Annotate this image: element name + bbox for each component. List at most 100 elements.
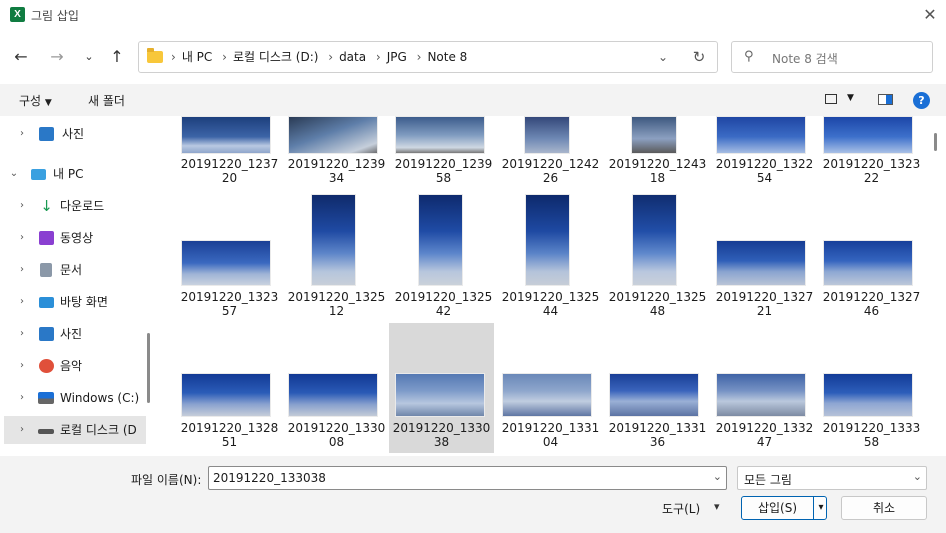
sidebar-item-pc[interactable]: ⌄ 내 PC [0,160,142,188]
file-tile[interactable]: 20191220_123720 [177,116,282,185]
file-name: 20191220_123958 [394,157,493,185]
search-input[interactable]: ⚲ Note 8 검색 [731,41,933,73]
file-tile[interactable]: 20191220_132512 [284,188,389,318]
image-thumbnail [288,116,378,154]
tools-dropdown-icon[interactable]: ▾ [714,500,720,513]
organize-button[interactable]: 구성 ▼ [19,92,52,109]
crumb-jpg[interactable]: JPG [387,50,407,64]
file-tile[interactable]: 20191220_123934 [284,116,389,185]
filename-label: 파일 이름(N): [131,473,202,487]
image-thumbnail [524,116,570,154]
content-scrollbar[interactable] [934,133,937,151]
chevron-right-icon[interactable]: › [16,192,28,220]
file-name: 20191220_133104 [501,421,600,449]
recent-chevron-icon[interactable]: ⌄ [76,44,102,70]
file-tile[interactable]: 20191220_132254 [712,116,817,185]
file-type-select[interactable]: 모든 그림 ⌄ [737,466,927,490]
insert-button-label[interactable]: 삽입(S) [742,497,814,519]
file-tile[interactable]: 20191220_133358 [819,323,924,453]
crumb-pc[interactable]: 내 PC [182,50,212,64]
music-icon [39,359,54,373]
chevron-right-icon[interactable]: › [16,256,28,284]
crumb-note8[interactable]: Note 8 [427,50,467,64]
filename-value: 20191220_133038 [213,471,326,485]
file-tile[interactable]: 20191220_124318 [605,116,710,185]
sidebar-item-downloads[interactable]: › ↓ 다운로드 [0,192,142,220]
chevron-right-icon[interactable]: › [16,288,28,316]
sidebar-item-label: 음악 [60,359,83,373]
sidebar-item-videos[interactable]: › 동영상 [0,224,142,252]
refresh-icon[interactable]: ↻ [689,42,709,72]
file-tile[interactable]: 20191220_123958 [391,116,496,185]
file-tile-selected[interactable]: 20191220_133038 [389,323,494,453]
image-thumbnail [609,373,699,417]
drive-icon [38,429,54,434]
address-bar[interactable]: › 내 PC › 로컬 디스크 (D:) › data › JPG › Note 8 ⌄ … [138,41,718,73]
address-dropdown-icon[interactable]: ⌄ [653,42,673,72]
chevron-right-icon[interactable]: › [16,320,28,348]
file-name: 20191220_132542 [394,290,493,318]
file-tile[interactable]: 20191220_133008 [284,323,389,453]
chevron-right-icon[interactable]: › [16,416,28,444]
file-tile[interactable]: 20191220_133247 [712,323,817,453]
file-tile[interactable]: 20191220_132357 [177,188,282,318]
file-name: 20191220_123720 [180,157,279,185]
file-tile[interactable]: 20191220_133104 [498,323,603,453]
command-bar: 구성 ▼ 새 폴더 ▼ [0,84,946,116]
file-tile[interactable]: 20191220_124226 [498,116,603,185]
sidebar-item-desktop[interactable]: › 바탕 화면 [0,288,142,316]
view-dropdown-icon[interactable]: ▼ [847,93,854,103]
file-tile[interactable]: 20191220_133136 [605,323,710,453]
chevron-down-icon[interactable]: ⌄ [913,470,922,483]
sidebar-item-local-disk-d[interactable]: › 로컬 디스크 (D [4,416,146,444]
file-name: 20191220_133038 [392,421,491,449]
image-thumbnail [716,240,806,286]
help-icon[interactable]: ? [913,92,930,109]
back-arrow-icon[interactable]: ← [8,44,34,70]
file-tile[interactable]: 20191220_132544 [498,188,603,318]
tools-button[interactable]: 도구(L) [662,500,700,517]
up-arrow-icon[interactable]: ↑ [104,44,130,70]
sidebar-item-pictures-top[interactable]: › 사진 [0,120,142,148]
chevron-right-icon[interactable]: › [16,352,28,380]
sidebar-item-documents[interactable]: › 문서 [0,256,142,284]
file-tile[interactable]: 20191220_132548 [605,188,710,318]
sidebar-item-windows-c[interactable]: › Windows (C:) [0,384,142,412]
file-tile[interactable]: 20191220_132322 [819,116,924,185]
file-tile[interactable]: 20191220_132542 [391,188,496,318]
desktop-icon [39,297,54,308]
pc-icon [31,169,46,180]
close-icon[interactable]: ✕ [916,3,944,27]
sidebar-item-music[interactable]: › 음악 [0,352,142,380]
crumb-data[interactable]: data [339,50,366,64]
image-thumbnail [288,373,378,417]
file-name: 20191220_132548 [608,290,707,318]
organize-label: 구성 [19,94,42,108]
chevron-right-icon[interactable]: › [16,120,28,148]
insert-dropdown-icon[interactable]: ▾ [815,497,827,519]
chevron-down-icon[interactable]: ⌄ [713,470,722,483]
sidebar-scrollbar[interactable] [147,333,150,403]
file-name: 20191220_132851 [180,421,279,449]
preview-pane-icon[interactable] [878,94,893,105]
insert-button[interactable]: 삽입(S) ▾ [741,496,827,520]
file-tile[interactable]: 20191220_132851 [177,323,282,453]
file-name: 20191220_124318 [608,157,707,185]
crumb-drive[interactable]: 로컬 디스크 (D:) [233,50,318,64]
forward-arrow-icon[interactable]: → [44,44,70,70]
chevron-right-icon[interactable]: › [16,224,28,252]
sidebar-item-label: 사진 [62,127,85,141]
breadcrumb: › 내 PC › 로컬 디스크 (D:) › data › JPG › Note 8 [171,50,468,64]
file-tile[interactable]: 20191220_132746 [819,188,924,318]
chevron-down-icon[interactable]: ⌄ [8,160,20,188]
search-placeholder: Note 8 검색 [772,52,838,66]
chevron-right-icon[interactable]: › [16,384,28,412]
cancel-button[interactable]: 취소 [841,496,927,520]
sidebar-item-pictures[interactable]: › 사진 [0,320,142,348]
image-thumbnail [502,373,592,417]
view-icon[interactable] [825,94,837,104]
new-folder-button[interactable]: 새 폴더 [88,92,125,109]
filename-input[interactable]: 20191220_133038 ⌄ [208,466,727,490]
file-tile[interactable]: 20191220_132721 [712,188,817,318]
sidebar-item-label: 로컬 디스크 (D [60,423,137,437]
